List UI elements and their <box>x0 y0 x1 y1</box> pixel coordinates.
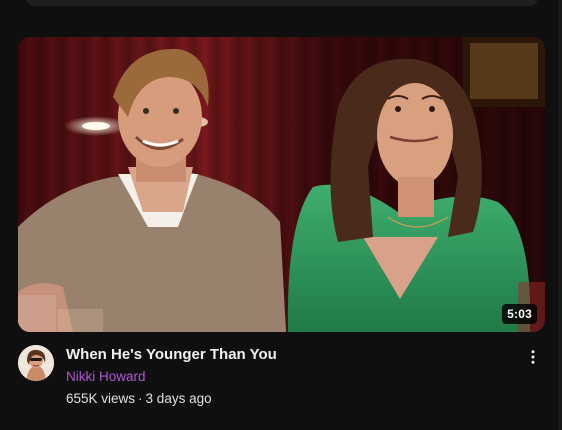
previous-card-edge <box>26 0 538 6</box>
view-count: 655K views <box>66 391 136 406</box>
channel-avatar[interactable] <box>18 345 54 381</box>
video-meta: When He's Younger Than You Nikki Howard … <box>18 345 545 408</box>
avatar-image <box>18 345 54 381</box>
channel-name[interactable]: Nikki Howard <box>66 368 545 386</box>
upload-age: 3 days ago <box>145 391 212 406</box>
more-actions-button[interactable] <box>521 345 545 369</box>
duration-badge: 5:03 <box>502 304 537 324</box>
video-card[interactable]: 5:03 When He's Younger Than You Nikki Ho… <box>18 37 545 408</box>
page: 5:03 When He's Younger Than You Nikki Ho… <box>0 0 562 430</box>
video-details: When He's Younger Than You Nikki Howard … <box>66 345 545 408</box>
video-stats: 655K views · 3 days ago <box>66 390 545 408</box>
more-vert-icon <box>531 350 535 364</box>
video-title[interactable]: When He's Younger Than You <box>66 345 545 365</box>
thumbnail-image <box>18 37 545 332</box>
scrollbar-track[interactable] <box>558 0 562 430</box>
stats-separator: · <box>138 391 143 406</box>
video-thumbnail[interactable]: 5:03 <box>18 37 545 332</box>
